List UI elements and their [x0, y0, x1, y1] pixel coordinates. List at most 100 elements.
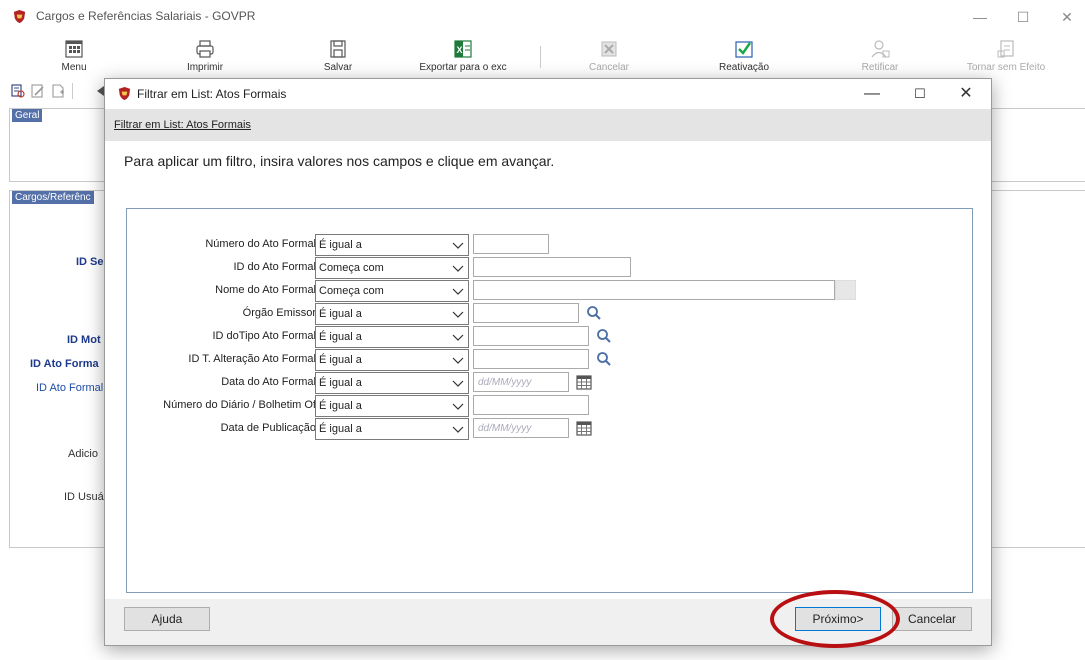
field-label: ID doTipo Ato Formal: [212, 330, 316, 342]
print-button[interactable]: Imprimir: [180, 34, 230, 80]
save-label: Salvar: [323, 62, 353, 73]
dialog-title: Filtrar em List: Atos Formais: [137, 87, 287, 101]
user-edit-icon: [871, 40, 890, 58]
filter-row-tipo: ID doTipo Ato Formal É igual a: [127, 326, 974, 348]
reactivation-label: Reativação: [718, 62, 770, 73]
id-tipo-input[interactable]: [473, 326, 589, 346]
numero-ato-input[interactable]: [473, 234, 549, 254]
chevron-down-icon: [452, 288, 464, 295]
id-ato-input[interactable]: [473, 257, 631, 277]
data-publicacao-input[interactable]: [473, 418, 569, 438]
operator-select[interactable]: É igual a: [315, 372, 469, 394]
nome-ato-input[interactable]: [473, 280, 835, 300]
filter-dialog: Filtrar em List: Atos Formais — ☐ ✕ Filt…: [104, 78, 992, 646]
operator-select[interactable]: É igual a: [315, 349, 469, 371]
maximize-button[interactable]: ☐: [1008, 6, 1038, 28]
field-label: ID do Ato Formal: [233, 261, 316, 273]
field-label: Nome do Ato Formal: [215, 284, 316, 296]
orgao-emissor-input[interactable]: [473, 303, 579, 323]
bg-divider: [990, 181, 1085, 182]
operator-select[interactable]: É igual a: [315, 303, 469, 325]
search-icon[interactable]: [595, 350, 613, 368]
id-alteracao-input[interactable]: [473, 349, 589, 369]
cancel-icon: [601, 41, 617, 57]
filter-row-alteracao: ID T. Alteração Ato Formal É igual a: [127, 349, 974, 371]
export-excel-button[interactable]: X Exportar para o exc: [408, 34, 518, 80]
edit-record-icon[interactable]: [30, 83, 46, 99]
save-button[interactable]: Salvar: [315, 34, 361, 80]
check-icon: [735, 41, 753, 58]
reactivation-button[interactable]: Reativação: [712, 34, 776, 80]
bg-field-label: ID Ato Formal: [36, 382, 104, 394]
app-shield-icon: [118, 86, 131, 101]
calendar-icon[interactable]: [575, 419, 593, 437]
printer-icon: [196, 40, 214, 58]
find-record-icon[interactable]: [10, 83, 26, 99]
chevron-down-icon: [452, 311, 464, 318]
geral-group-tag: Geral: [12, 109, 43, 122]
operator-select[interactable]: É igual a: [315, 395, 469, 417]
bg-field-label: ID Se: [76, 256, 104, 268]
excel-icon: X: [454, 40, 472, 58]
app-shield-icon: [13, 9, 26, 24]
grid-icon: [65, 40, 83, 58]
export-excel-label: Exportar para o exc: [419, 62, 507, 73]
close-button[interactable]: ✕: [1052, 6, 1082, 28]
cargos-group-tag: Cargos/Referênc: [12, 191, 94, 204]
cancel-toolbar-label: Cancelar: [588, 62, 630, 73]
operator-select[interactable]: É igual a: [315, 418, 469, 440]
operator-select[interactable]: É igual a: [315, 326, 469, 348]
dialog-minimize-button[interactable]: —: [857, 83, 887, 105]
void-button[interactable]: Tornar sem Efeito: [965, 34, 1047, 80]
chevron-down-icon: [452, 334, 464, 341]
instruction-bar: Para aplicar um filtro, insira valores n…: [105, 141, 991, 179]
record-toolstrip: [0, 80, 120, 102]
save-icon: [330, 40, 346, 58]
main-window-title: Cargos e Referências Salariais - GOVPR: [36, 9, 256, 23]
help-button[interactable]: Ajuda: [124, 607, 210, 631]
chevron-down-icon: [452, 242, 464, 249]
chevron-down-icon: [452, 403, 464, 410]
field-label: Número do Diário / Bolhetim Of: [163, 399, 316, 411]
new-record-icon[interactable]: [50, 83, 66, 99]
menu-label: Menu: [61, 62, 87, 73]
svg-text:X: X: [457, 45, 463, 55]
bg-field-label: ID Mot: [67, 334, 101, 346]
field-label: ID T. Alteração Ato Formal: [188, 353, 316, 365]
dialog-close-button[interactable]: ✕: [951, 83, 981, 105]
menu-button[interactable]: Menu: [52, 34, 96, 80]
cancel-toolbar-button[interactable]: Cancelar: [588, 34, 630, 80]
bg-field-label: ID Usuá: [64, 491, 104, 503]
filter-row-id: ID do Ato Formal Começa com: [127, 257, 974, 279]
cancel-button[interactable]: Cancelar: [892, 607, 972, 631]
field-label: Órgão Emissor: [242, 307, 316, 319]
field-label: Data de Publicação: [220, 422, 316, 434]
toolstrip-separator: [72, 83, 73, 99]
chevron-down-icon: [452, 265, 464, 272]
doc-void-icon: [997, 40, 1014, 58]
filter-row-data-ato: Data do Ato Formal É igual a: [127, 372, 974, 394]
minimize-button[interactable]: —: [965, 6, 995, 28]
dialog-titlebar: Filtrar em List: Atos Formais — ☐ ✕: [105, 79, 991, 109]
bg-field-label: ID Ato Forma: [30, 358, 99, 370]
rectify-button[interactable]: Retificar: [855, 34, 905, 80]
search-icon[interactable]: [595, 327, 613, 345]
data-ato-input[interactable]: [473, 372, 569, 392]
filter-row-numero: Número do Ato Formal É igual a: [127, 234, 974, 256]
main-titlebar: Cargos e Referências Salariais - GOVPR —…: [0, 0, 1085, 34]
numero-diario-input[interactable]: [473, 395, 589, 415]
field-label: Data do Ato Formal: [221, 376, 316, 388]
filter-row-diario: Número do Diário / Bolhetim Of É igual a: [127, 395, 974, 417]
ribbon-separator: [540, 46, 541, 68]
ribbon-toolbar: Menu Imprimir Salvar X Exportar para o e…: [0, 34, 1085, 80]
print-label: Imprimir: [186, 62, 224, 73]
dialog-maximize-button[interactable]: ☐: [905, 83, 935, 105]
filter-fields-panel: Número do Ato Formal É igual a ID do Ato…: [126, 208, 973, 593]
operator-select[interactable]: Começa com: [315, 280, 469, 302]
search-icon[interactable]: [585, 304, 603, 322]
operator-select[interactable]: É igual a: [315, 234, 469, 256]
breadcrumb-link[interactable]: Filtrar em List: Atos Formais: [114, 119, 251, 131]
void-label: Tornar sem Efeito: [966, 62, 1046, 73]
calendar-icon[interactable]: [575, 373, 593, 391]
operator-select[interactable]: Começa com: [315, 257, 469, 279]
